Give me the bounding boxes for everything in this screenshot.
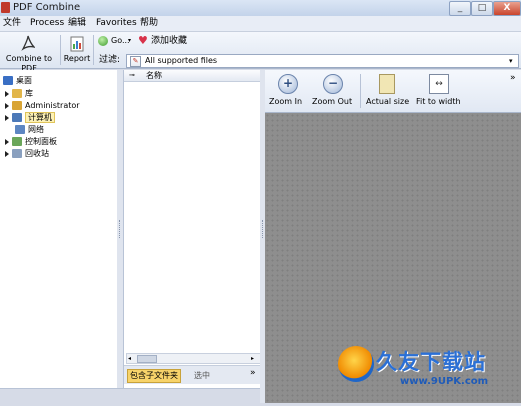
horizontal-scrollbar[interactable]: ◂ ▸ xyxy=(126,353,261,364)
go-label: Go... xyxy=(111,36,130,45)
filter-value: All supported files xyxy=(145,56,218,65)
add-favorite-button[interactable]: ♥ 添加收藏 xyxy=(138,34,218,47)
column-name-header[interactable]: 名称 xyxy=(146,70,162,81)
scrollbar-thumb[interactable] xyxy=(137,355,157,363)
fit-to-width-label: Fit to width xyxy=(416,97,461,106)
combine-to-pdf-button[interactable]: Combine to PDF xyxy=(0,33,58,73)
tree-item-label: 回收站 xyxy=(25,149,49,158)
zoom-out-label: Zoom Out xyxy=(312,97,353,106)
toolbar-separator xyxy=(93,35,94,65)
toolbar-separator xyxy=(360,74,361,108)
filter-label: 过滤: xyxy=(99,55,121,65)
menu-favorites[interactable]: Favorites xyxy=(96,17,137,30)
tree-item-label: 控制面板 xyxy=(25,137,57,146)
watermark-logo-icon xyxy=(338,346,374,382)
watermark-text: 久友下载站 xyxy=(376,350,486,374)
expand-arrow-icon[interactable] xyxy=(5,90,9,97)
actual-size-icon xyxy=(379,74,395,94)
title-bar: PDF Combine _ □ X xyxy=(0,0,521,16)
pin-icon[interactable]: ⊸ xyxy=(129,70,135,80)
tree-item-desktop[interactable]: 桌面 xyxy=(3,74,32,87)
more-tabs-button[interactable]: » xyxy=(250,367,256,379)
tab-include-subfolders[interactable]: 包含子文件夹 xyxy=(127,369,181,383)
close-button[interactable]: X xyxy=(493,1,521,16)
chevron-down-icon: ▾ xyxy=(128,37,132,44)
zoom-in-icon: + xyxy=(278,74,298,94)
status-bar xyxy=(0,388,260,406)
report-label: Report xyxy=(63,54,91,63)
zoom-in-button[interactable]: + Zoom In xyxy=(268,74,308,110)
menu-bar: 文件 Process 编辑 Favorites 帮助 xyxy=(0,16,521,32)
control-panel-icon xyxy=(12,137,22,146)
report-button[interactable]: Report xyxy=(63,33,91,67)
filter-dropdown[interactable]: ✎ All supported files ▾ xyxy=(126,54,519,68)
recycle-bin-icon xyxy=(12,149,22,158)
file-list-panel: ⊸ 名称 ◂ ▸ 包含子文件夹 选中 » xyxy=(123,70,262,388)
splitter-grip xyxy=(119,220,122,238)
tree-item-label: 库 xyxy=(25,89,33,98)
expand-arrow-icon[interactable] xyxy=(5,102,9,109)
expand-arrow-icon[interactable] xyxy=(5,114,9,121)
fit-to-width-button[interactable]: ↔ Fit to width xyxy=(414,74,464,110)
tree-item-label: 桌面 xyxy=(16,76,32,85)
toolbar-separator xyxy=(60,35,61,65)
scroll-left-arrow-icon[interactable]: ◂ xyxy=(128,354,131,363)
expand-arrow-icon[interactable] xyxy=(5,138,9,145)
add-favorite-label: 添加收藏 xyxy=(151,36,188,46)
heart-icon: ♥ xyxy=(138,34,148,47)
watermark-url: www.9UPK.com xyxy=(400,376,489,387)
app-icon xyxy=(1,2,10,13)
go-button[interactable]: Go... ▾ xyxy=(98,35,134,47)
computer-icon xyxy=(12,113,22,122)
menu-help[interactable]: 帮助 xyxy=(140,17,158,30)
zoom-out-icon: − xyxy=(323,74,343,94)
menu-edit[interactable]: 编辑 xyxy=(68,17,86,30)
actual-size-label: Actual size xyxy=(366,97,410,106)
library-icon xyxy=(12,89,22,98)
menu-process[interactable]: Process xyxy=(30,17,64,30)
file-list-header: ⊸ 名称 xyxy=(124,70,261,82)
menu-file[interactable]: 文件 xyxy=(3,17,21,30)
acrobat-icon xyxy=(21,35,35,51)
splitter-grip xyxy=(262,220,264,238)
tree-item-label: 网络 xyxy=(28,125,44,134)
tab-selected[interactable]: 选中 xyxy=(194,369,210,383)
actual-size-button[interactable]: Actual size xyxy=(364,74,410,110)
more-tools-button[interactable]: » xyxy=(510,72,516,84)
filter-icon: ✎ xyxy=(130,56,141,67)
desktop-icon xyxy=(3,76,13,85)
zoom-in-label: Zoom In xyxy=(269,97,303,106)
minimize-button[interactable]: _ xyxy=(449,1,471,16)
maximize-button[interactable]: □ xyxy=(471,1,493,16)
user-folder-icon xyxy=(12,101,22,110)
viewer-toolbar: + Zoom In − Zoom Out Actual size ↔ Fit t… xyxy=(265,70,521,113)
go-icon xyxy=(98,36,108,46)
tree-item-recycle-bin[interactable]: 回收站 xyxy=(5,147,49,160)
chevron-down-icon: ▾ xyxy=(509,57,513,65)
network-icon xyxy=(15,125,25,134)
expand-arrow-icon[interactable] xyxy=(5,150,9,157)
folder-tree: 桌面 库 Administrator 计算机 网络 控制面板 回收站 xyxy=(0,70,118,388)
scroll-right-arrow-icon[interactable]: ▸ xyxy=(251,354,254,363)
fit-to-width-icon: ↔ xyxy=(429,74,449,94)
file-list-tabs: 包含子文件夹 选中 » xyxy=(124,365,261,384)
report-icon xyxy=(70,36,84,52)
tree-item-label: Administrator xyxy=(25,101,80,110)
window-title: PDF Combine xyxy=(13,2,81,13)
tree-item-label: 计算机 xyxy=(25,112,55,123)
zoom-out-button[interactable]: − Zoom Out xyxy=(310,74,356,110)
